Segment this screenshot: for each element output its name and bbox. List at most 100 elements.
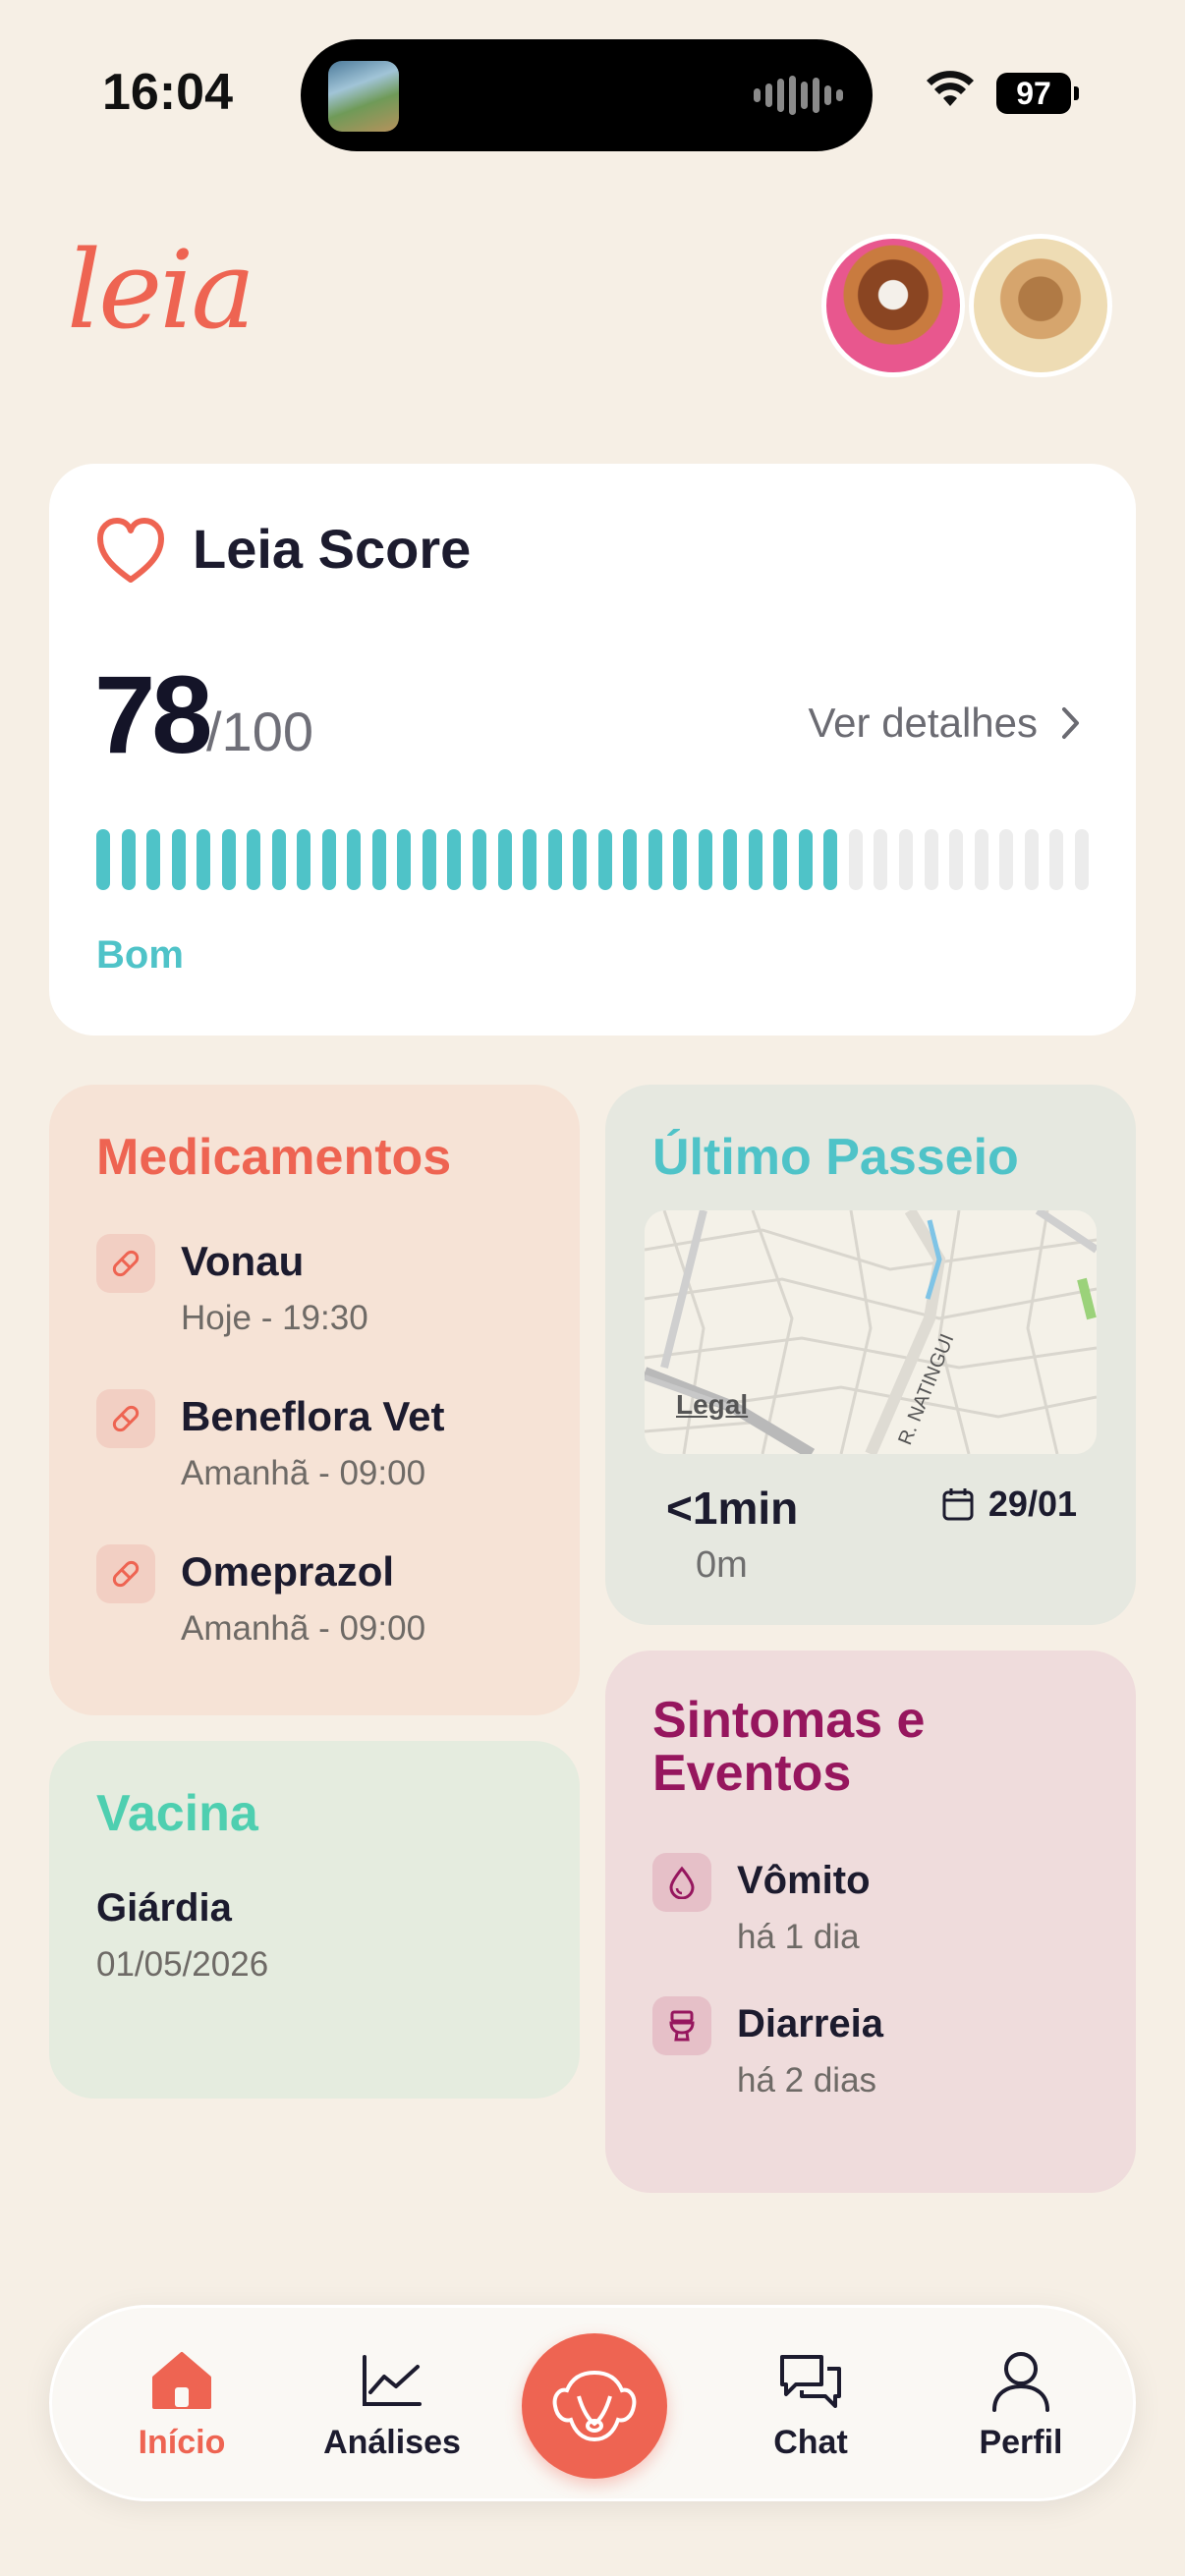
score-segment: [96, 829, 110, 890]
home-icon: [93, 2345, 270, 2416]
score-segment: [573, 829, 588, 890]
score-segment: [1049, 829, 1064, 890]
symptoms-card[interactable]: Sintomas e Eventos Vômito há 1 dia Diarr…: [605, 1651, 1136, 2193]
score-segment: [673, 829, 688, 890]
pet-avatar-dachshund[interactable]: [969, 234, 1112, 377]
audio-waveform-icon: [754, 76, 843, 115]
details-link-label: Ver detalhes: [808, 700, 1038, 746]
score-segment: [422, 829, 436, 890]
medications-card[interactable]: Medicamentos Vonau Hoje - 19:30 Beneflor…: [49, 1085, 580, 1715]
toilet-icon: [652, 1996, 711, 2055]
vaccine-card[interactable]: Vacina Giárdia 01/05/2026: [49, 1741, 580, 2099]
last-walk-card[interactable]: Último Passeio R. NATINGUI Legal <1min 0…: [605, 1085, 1136, 1625]
score-title: Leia Score: [193, 518, 472, 580]
score-segment: [823, 829, 838, 890]
tab-home-label: Início: [138, 2424, 226, 2461]
score-segment: [1074, 829, 1089, 890]
walk-date-value: 29/01: [988, 1484, 1077, 1524]
score-segment: [723, 829, 738, 890]
pet-avatar-beagle[interactable]: [821, 234, 965, 377]
chevron-right-icon: [1062, 707, 1079, 739]
walk-map[interactable]: R. NATINGUI Legal: [645, 1210, 1097, 1454]
medication-time: Amanhã - 09:00: [181, 1609, 426, 1648]
score-segment: [321, 829, 336, 890]
symptom-item[interactable]: Diarreia há 2 dias: [652, 1996, 1104, 2114]
center-dog-button[interactable]: [522, 2333, 667, 2479]
score-value: 78: [94, 653, 213, 776]
score-segment: [371, 829, 386, 890]
score-segment: [197, 829, 211, 890]
wifi-icon: [927, 71, 974, 106]
score-segment: [874, 829, 888, 890]
score-segment: [447, 829, 462, 890]
score-segment: [472, 829, 486, 890]
walk-duration: <1min: [666, 1483, 799, 1534]
score-segment: [597, 829, 612, 890]
medication-item[interactable]: Beneflora Vet Amanhã - 09:00: [96, 1389, 548, 1507]
score-segment: [221, 829, 236, 890]
score-segment: [949, 829, 964, 890]
leia-score-card[interactable]: Leia Score 78 /100 Ver detalhes Bom: [49, 464, 1136, 1036]
user-icon: [932, 2345, 1109, 2416]
symptom-name: Vômito: [737, 1859, 871, 1902]
symptom-time: há 2 dias: [737, 2061, 877, 2100]
tab-profile-label: Perfil: [979, 2424, 1063, 2461]
dynamic-island[interactable]: [301, 39, 873, 151]
score-segment: [698, 829, 712, 890]
vaccine-date: 01/05/2026: [96, 1945, 269, 1984]
walk-date: 29/01: [941, 1484, 1077, 1525]
chat-bubbles-icon: [722, 2345, 899, 2416]
medication-name: Omeprazol: [181, 1548, 395, 1595]
tab-analytics[interactable]: Análises: [304, 2345, 480, 2473]
details-link[interactable]: Ver detalhes: [808, 700, 1081, 747]
score-segment: [171, 829, 186, 890]
drop-icon: [652, 1853, 711, 1912]
calendar-icon: [942, 1488, 974, 1521]
score-segment: [146, 829, 161, 890]
score-segment: [648, 829, 662, 890]
dog-face-icon: [552, 2370, 637, 2442]
symptom-item[interactable]: Vômito há 1 dia: [652, 1853, 1104, 1971]
score-segment: [523, 829, 537, 890]
score-segment: [547, 829, 562, 890]
score-segment: [623, 829, 638, 890]
score-segment: [924, 829, 938, 890]
medication-time: Hoje - 19:30: [181, 1299, 368, 1337]
medication-item[interactable]: Vonau Hoje - 19:30: [96, 1234, 548, 1352]
chart-line-icon: [304, 2345, 480, 2416]
symptom-time: há 1 dia: [737, 1918, 860, 1956]
medication-name: Vonau: [181, 1238, 305, 1284]
media-thumbnail: [328, 61, 399, 132]
score-segment: [773, 829, 788, 890]
tab-home[interactable]: Início: [93, 2345, 270, 2473]
tab-analytics-label: Análises: [323, 2424, 461, 2461]
score-segment: [497, 829, 512, 890]
heart-icon: [97, 518, 164, 583]
score-max: /100: [206, 700, 313, 762]
score-progress-bar: [96, 829, 1089, 890]
score-status: Bom: [96, 933, 184, 977]
score-segment: [397, 829, 412, 890]
symptoms-title: Sintomas e Eventos: [652, 1692, 926, 1802]
score-segment: [271, 829, 286, 890]
tab-chat-label: Chat: [773, 2424, 848, 2461]
symptom-name: Diarreia: [737, 2002, 883, 2045]
score-segment: [121, 829, 136, 890]
last-walk-title: Último Passeio: [652, 1129, 1019, 1186]
vaccine-name: Giárdia: [96, 1886, 232, 1930]
tab-chat[interactable]: Chat: [722, 2345, 899, 2473]
score-segment: [247, 829, 261, 890]
vaccine-title: Vacina: [96, 1785, 258, 1842]
pill-icon: [96, 1234, 155, 1293]
score-segment: [848, 829, 863, 890]
score-segment: [798, 829, 813, 890]
walk-distance: 0m: [696, 1544, 748, 1586]
status-time: 16:04: [102, 64, 233, 121]
medication-item[interactable]: Omeprazol Amanhã - 09:00: [96, 1544, 548, 1662]
map-legal-link[interactable]: Legal: [676, 1389, 748, 1421]
score-segment: [297, 829, 311, 890]
tab-profile[interactable]: Perfil: [932, 2345, 1109, 2473]
score-segment: [899, 829, 913, 890]
medication-time: Amanhã - 09:00: [181, 1454, 426, 1492]
score-segment: [347, 829, 362, 890]
